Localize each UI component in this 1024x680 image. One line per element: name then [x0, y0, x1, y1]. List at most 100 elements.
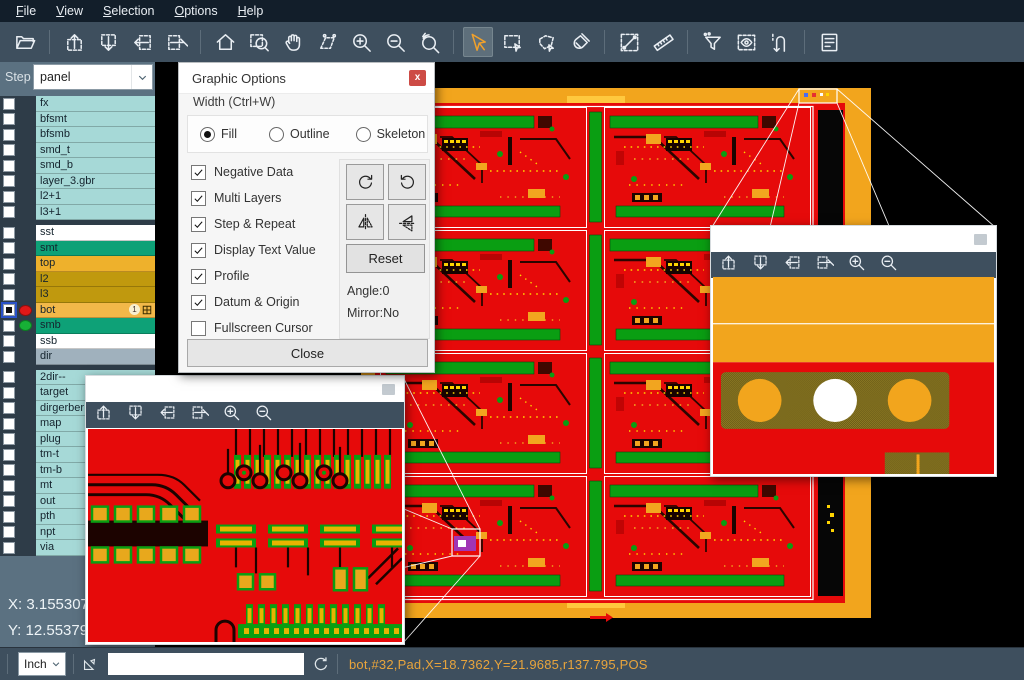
view-up-button[interactable]	[59, 27, 89, 57]
layer-row-bot[interactable]: bot1	[0, 303, 155, 319]
layer-checkbox[interactable]	[3, 304, 15, 316]
layer-row-smd_b[interactable]: smd_b	[0, 158, 155, 174]
layer-checkbox[interactable]	[3, 129, 15, 141]
checkbox-icon[interactable]	[191, 165, 206, 180]
layer-row-dir[interactable]: dir	[0, 349, 155, 365]
pan-hand-button[interactable]	[278, 27, 308, 57]
layer-checkbox[interactable]	[3, 351, 15, 363]
layer-row-smd_t[interactable]: smd_t	[0, 143, 155, 159]
magnifier-title-bar[interactable]	[711, 226, 996, 252]
layer-checkbox[interactable]	[3, 526, 15, 538]
zoom-out-button[interactable]	[879, 253, 898, 277]
view-right-button[interactable]	[815, 253, 834, 277]
layer-checkbox[interactable]	[3, 371, 15, 383]
layer-checkbox[interactable]	[3, 480, 15, 492]
select-rectangle-button[interactable]	[497, 27, 527, 57]
magnifier-view[interactable]	[88, 429, 402, 642]
layer-label-bar[interactable]: bot1	[36, 303, 155, 319]
layer-checkbox[interactable]	[3, 98, 15, 110]
checkbox-display-text-value[interactable]: Display Text Value	[191, 237, 316, 263]
layer-checkbox[interactable]	[3, 227, 15, 239]
clear-brush-button[interactable]	[565, 27, 595, 57]
filter-button[interactable]	[697, 27, 727, 57]
layer-checkbox[interactable]	[3, 289, 15, 301]
report-button[interactable]	[814, 27, 844, 57]
zoom-in-button[interactable]	[346, 27, 376, 57]
layer-row-l2[interactable]: l2	[0, 272, 155, 288]
layer-checkbox[interactable]	[3, 258, 15, 270]
layer-row-layer_3.gbr[interactable]: layer_3.gbr	[0, 174, 155, 190]
radio-circle-icon[interactable]	[356, 127, 371, 142]
layer-row-smb[interactable]: smb	[0, 318, 155, 334]
radio-circle-icon[interactable]	[200, 127, 215, 142]
checkbox-step-repeat[interactable]: Step & Repeat	[191, 211, 316, 237]
rotate-cw-button[interactable]	[346, 164, 384, 200]
checkbox-icon[interactable]	[191, 243, 206, 258]
route-mark-button[interactable]	[312, 27, 342, 57]
select-cursor-button[interactable]	[463, 27, 493, 57]
layer-checkbox[interactable]	[3, 113, 15, 125]
view-left-button[interactable]	[127, 27, 157, 57]
window-button-icon[interactable]	[382, 384, 395, 395]
checkbox-profile[interactable]: Profile	[191, 263, 316, 289]
layer-checkbox[interactable]	[3, 206, 15, 218]
close-button[interactable]: Close	[187, 339, 428, 367]
view-right-button[interactable]	[190, 403, 209, 427]
layer-label-bar[interactable]: bfsmt	[36, 112, 155, 128]
layer-label-bar[interactable]: layer_3.gbr	[36, 174, 155, 190]
layer-label-bar[interactable]: fx	[36, 96, 155, 112]
layer-checkbox[interactable]	[3, 433, 15, 445]
layer-label-bar[interactable]: dir	[36, 349, 155, 365]
layer-checkbox[interactable]	[3, 175, 15, 187]
layer-checkbox[interactable]	[3, 449, 15, 461]
view-down-button[interactable]	[751, 253, 770, 277]
checkbox-icon[interactable]	[191, 269, 206, 284]
checkbox-fullscreen-cursor[interactable]: Fullscreen Cursor	[191, 315, 316, 341]
view-left-button[interactable]	[783, 253, 802, 277]
layer-row-fx[interactable]: fx	[0, 96, 155, 112]
layer-checkbox[interactable]	[3, 387, 15, 399]
layer-row-bfsmt[interactable]: bfsmt	[0, 112, 155, 128]
flip-vertical-button[interactable]	[388, 204, 426, 240]
menu-options[interactable]: Options	[164, 2, 227, 20]
home-view-button[interactable]	[210, 27, 240, 57]
layer-label-bar[interactable]: bfsmb	[36, 127, 155, 143]
measure-line-button[interactable]	[614, 27, 644, 57]
u-turn-button[interactable]	[765, 27, 795, 57]
close-icon[interactable]: x	[409, 70, 426, 86]
layer-checkbox[interactable]	[3, 464, 15, 476]
view-down-button[interactable]	[126, 403, 145, 427]
checkbox-multi-layers[interactable]: Multi Layers	[191, 185, 316, 211]
layer-checkbox[interactable]	[3, 242, 15, 254]
dialog-title-bar[interactable]: Graphic Options x	[179, 63, 434, 94]
layer-label-bar[interactable]: top	[36, 256, 155, 272]
checkbox-datum-origin[interactable]: Datum & Origin	[191, 289, 316, 315]
zoom-out-button[interactable]	[254, 403, 273, 427]
file-open-button[interactable]	[10, 27, 40, 57]
layer-label-bar[interactable]: smd_b	[36, 158, 155, 174]
layer-row-l3[interactable]: l3	[0, 287, 155, 303]
command-input[interactable]	[108, 653, 304, 675]
layer-label-bar[interactable]: l2+1	[36, 189, 155, 205]
layer-row-sst[interactable]: sst	[0, 225, 155, 241]
radio-skeleton[interactable]: Skeleton	[356, 127, 426, 142]
layer-checkbox[interactable]	[3, 320, 15, 332]
view-up-button[interactable]	[719, 253, 738, 277]
window-button-icon[interactable]	[974, 234, 987, 245]
checkbox-icon[interactable]	[191, 217, 206, 232]
view-right-button[interactable]	[161, 27, 191, 57]
checkbox-icon[interactable]	[191, 295, 206, 310]
layer-label-bar[interactable]: l3	[36, 287, 155, 303]
radio-fill[interactable]: Fill	[200, 127, 237, 142]
menu-file[interactable]: File	[6, 2, 46, 20]
reset-button[interactable]: Reset	[346, 244, 425, 273]
checkbox-icon[interactable]	[191, 321, 206, 336]
layer-checkbox[interactable]	[3, 335, 15, 347]
zoom-out-button[interactable]	[380, 27, 410, 57]
view-left-button[interactable]	[158, 403, 177, 427]
view-up-button[interactable]	[94, 403, 113, 427]
magnifier-view[interactable]	[713, 277, 994, 474]
layer-checkbox[interactable]	[3, 191, 15, 203]
view-box-button[interactable]	[731, 27, 761, 57]
unit-select[interactable]: Inch	[18, 652, 66, 676]
